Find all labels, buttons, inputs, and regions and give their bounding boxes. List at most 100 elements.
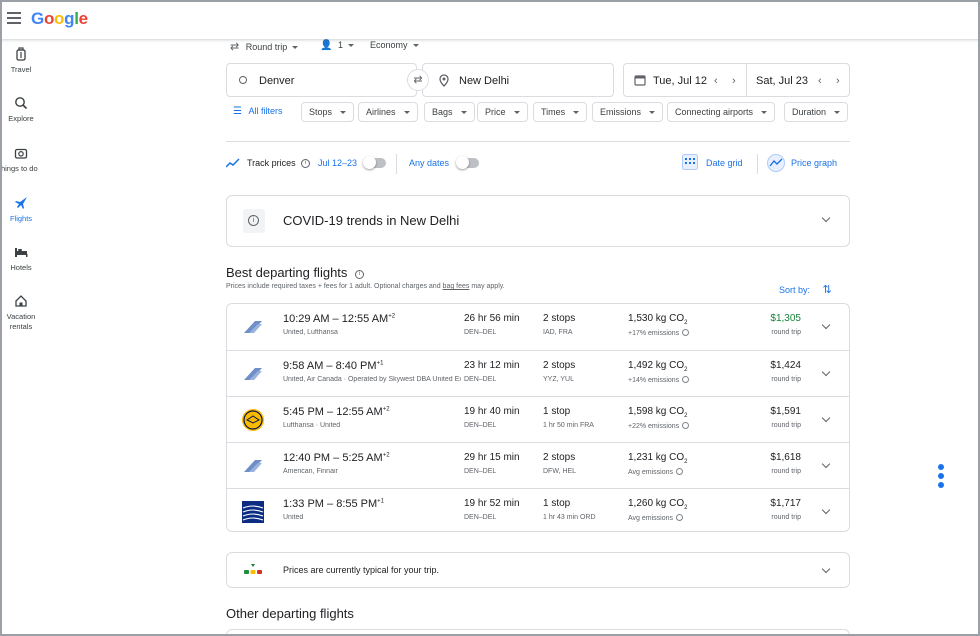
filter-sliders-icon: ☰ bbox=[233, 106, 242, 117]
flight-row[interactable]: 12:40 PM – 5:25 AM+2 American, Finnair 2… bbox=[227, 442, 849, 488]
info-icon[interactable]: i bbox=[355, 270, 365, 279]
price-graph-icon bbox=[767, 154, 785, 172]
cabin-class-select[interactable]: Economy bbox=[370, 40, 419, 50]
filter-label: Price bbox=[485, 107, 506, 117]
filter-price[interactable]: Price bbox=[477, 102, 528, 122]
scroll-indicator[interactable] bbox=[938, 464, 946, 491]
any-dates-toggle[interactable] bbox=[456, 156, 479, 169]
date-grid-label: Date grid bbox=[706, 158, 743, 168]
filter-label: Airlines bbox=[366, 107, 396, 117]
filter-times[interactable]: Times bbox=[533, 102, 588, 122]
flight-row[interactable]: 1:33 PM – 8:55 PM+1 United 19 hr 52 min … bbox=[227, 488, 849, 534]
flight-times: 9:58 AM – 8:40 PM+1 bbox=[283, 360, 384, 372]
info-icon[interactable] bbox=[682, 329, 690, 336]
sidebar-item-hotels[interactable]: Hotels bbox=[0, 245, 42, 273]
cabin-value: Economy bbox=[370, 40, 408, 50]
filter-label: Emissions bbox=[600, 107, 642, 117]
destination-field[interactable]: New Delhi bbox=[422, 63, 614, 97]
info-icon[interactable]: i bbox=[301, 159, 310, 168]
calendar-icon bbox=[634, 75, 646, 86]
airline-logo bbox=[241, 454, 265, 478]
menu-icon[interactable] bbox=[7, 12, 21, 26]
airline-names: United, Air Canada · Operated by Skywest… bbox=[283, 376, 461, 383]
filter-bags[interactable]: Bags bbox=[424, 102, 475, 122]
all-filters-label: All filters bbox=[248, 106, 283, 116]
chevron-down-icon[interactable] bbox=[821, 459, 831, 469]
sidebar-item-label: Explore bbox=[8, 114, 34, 123]
other-flights-title: Other departing flights bbox=[226, 606, 354, 621]
chevron-down-icon[interactable] bbox=[821, 213, 831, 223]
return-next-chevron-icon[interactable]: › bbox=[836, 75, 840, 87]
filter-connecting-airports[interactable]: Connecting airports bbox=[667, 102, 776, 122]
airplane-icon bbox=[15, 197, 27, 209]
price-insight-card[interactable]: Prices are currently typical for your tr… bbox=[226, 552, 850, 588]
google-logo[interactable]: Google bbox=[31, 9, 88, 29]
arrive-time: 5:25 AM bbox=[342, 452, 383, 464]
price-note-suffix: may apply. bbox=[469, 283, 505, 290]
sidebar-item-things-to-do[interactable]: Things to do bbox=[0, 146, 42, 174]
chevron-down-icon[interactable] bbox=[821, 505, 831, 515]
explore-search-icon bbox=[15, 97, 28, 110]
top-bar: Google bbox=[0, 0, 980, 39]
sidebar-item-travel[interactable]: Travel bbox=[0, 47, 42, 75]
bag-fees-link[interactable]: bag fees bbox=[443, 283, 470, 290]
flight-times: 10:29 AM – 12:55 AM+2 bbox=[283, 313, 396, 325]
airline-logo bbox=[241, 500, 265, 524]
day-offset: +1 bbox=[376, 360, 384, 367]
filter-duration[interactable]: Duration bbox=[784, 102, 849, 122]
filter-label: Connecting airports bbox=[675, 107, 754, 117]
house-icon bbox=[15, 295, 27, 307]
return-prev-chevron-icon[interactable]: ‹ bbox=[818, 75, 822, 87]
emissions-text: +22% emissions bbox=[628, 423, 680, 430]
flight-row[interactable]: 9:58 AM – 8:40 PM+1 United, Air Canada ·… bbox=[227, 350, 849, 396]
flight-row[interactable]: 5:45 PM – 12:55 AM+2 Lufthansa · United … bbox=[227, 396, 849, 442]
sort-by-button[interactable]: Sort by: ⇅ bbox=[779, 283, 832, 296]
passengers-select[interactable]: 👤 1 bbox=[320, 40, 354, 51]
info-icon[interactable] bbox=[682, 376, 690, 383]
info-icon[interactable] bbox=[676, 514, 684, 521]
circle-marker-icon bbox=[239, 76, 247, 84]
sidebar-item-flights[interactable]: Flights bbox=[0, 196, 42, 224]
trip-type-select[interactable]: ⇄ Round trip bbox=[230, 40, 299, 53]
depart-date-value[interactable]: Tue, Jul 12 bbox=[653, 75, 707, 87]
price-type: round trip bbox=[771, 422, 801, 429]
chevron-down-icon[interactable] bbox=[821, 367, 831, 377]
depart-time: 5:45 PM bbox=[283, 406, 324, 418]
chevron-down-icon[interactable] bbox=[821, 413, 831, 423]
flight-route: DEN–DEL bbox=[464, 514, 497, 521]
filter-label: Times bbox=[541, 107, 566, 117]
camera-icon bbox=[14, 148, 28, 159]
chevron-down-icon[interactable] bbox=[821, 320, 831, 330]
covid-card[interactable]: i COVID-19 trends in New Delhi bbox=[226, 195, 850, 247]
sidebar-item-vacation-rentals[interactable]: Vacation rentals bbox=[0, 294, 42, 332]
all-filters-button[interactable]: ☰ All filters bbox=[233, 102, 290, 122]
trip-type-value: Round trip bbox=[245, 42, 288, 52]
co2-value: 1,530 kg CO2 bbox=[628, 313, 688, 326]
price-type: round trip bbox=[771, 468, 801, 475]
filter-stops[interactable]: Stops bbox=[301, 102, 355, 122]
filter-emissions[interactable]: Emissions bbox=[592, 102, 664, 122]
sidebar-item-label: Hotels bbox=[10, 263, 32, 272]
info-icon[interactable] bbox=[676, 468, 684, 475]
flight-stops: 2 stops bbox=[543, 360, 576, 371]
info-icon[interactable] bbox=[682, 422, 690, 429]
track-prices-toggle[interactable] bbox=[363, 156, 386, 169]
divider bbox=[757, 154, 758, 174]
swap-locations-button[interactable]: ⇄ bbox=[407, 69, 429, 91]
price-insight-text: Prices are currently typical for your tr… bbox=[283, 565, 440, 575]
other-flights-list bbox=[226, 629, 850, 636]
info-icon: i bbox=[248, 215, 259, 226]
track-prices-label: Track prices bbox=[247, 158, 296, 168]
filter-airlines[interactable]: Airlines bbox=[358, 102, 418, 122]
day-offset: +2 bbox=[388, 313, 396, 320]
depart-prev-chevron-icon[interactable]: ‹ bbox=[714, 75, 718, 87]
depart-next-chevron-icon[interactable]: › bbox=[732, 75, 736, 87]
flight-duration: 26 hr 56 min bbox=[464, 313, 520, 324]
return-date-value[interactable]: Sat, Jul 23 bbox=[756, 75, 808, 87]
chevron-down-icon[interactable] bbox=[821, 564, 831, 574]
date-field[interactable]: Tue, Jul 12 ‹ › Sat, Jul 23 ‹ › bbox=[623, 63, 850, 97]
date-grid-icon bbox=[682, 154, 698, 170]
flight-row[interactable]: 10:29 AM – 12:55 AM+2 United, Lufthansa … bbox=[227, 304, 849, 350]
origin-field[interactable]: Denver bbox=[226, 63, 417, 97]
sidebar-item-explore[interactable]: Explore bbox=[0, 96, 42, 124]
